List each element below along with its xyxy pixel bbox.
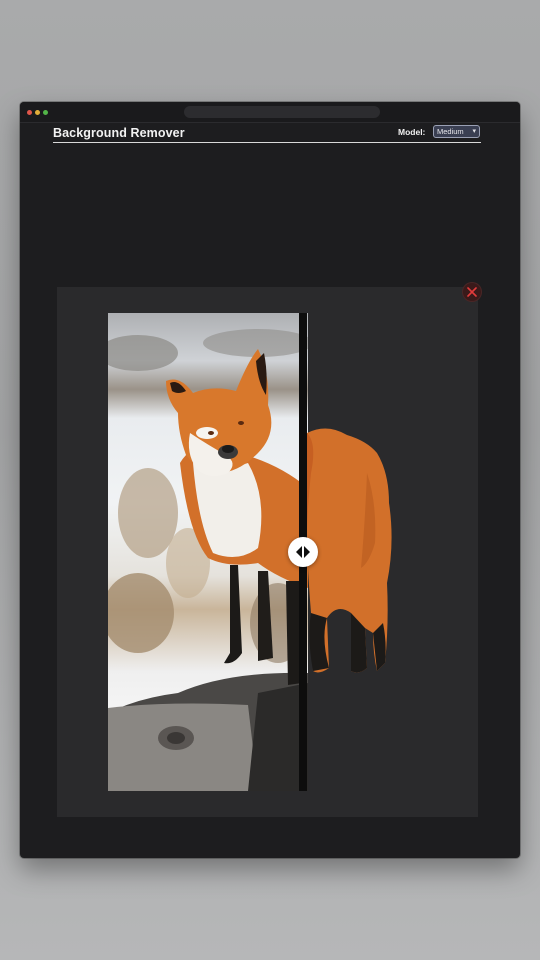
window-close-dot[interactable] (27, 110, 32, 115)
original-image (108, 313, 308, 791)
app-header: Background Remover Model: Medium ▾ (53, 124, 481, 143)
model-select[interactable]: Medium ▾ (433, 125, 480, 138)
close-icon (467, 287, 477, 297)
window-titlebar (20, 102, 520, 123)
window-minimize-dot[interactable] (35, 110, 40, 115)
left-right-arrows-icon (296, 546, 310, 558)
before-after-comparison[interactable] (108, 313, 308, 791)
original-photo-scene (108, 329, 308, 791)
background-removed-image (307, 428, 392, 673)
app-title: Background Remover (53, 126, 185, 140)
chevron-down-icon: ▾ (472, 128, 476, 135)
close-image-button[interactable] (463, 283, 481, 301)
model-label: Model: (398, 127, 426, 137)
comparison-slider-handle[interactable] (288, 537, 318, 567)
app-window: Background Remover Model: Medium ▾ (20, 102, 520, 858)
model-select-value: Medium (437, 127, 464, 136)
address-bar[interactable] (184, 106, 380, 118)
window-maximize-dot[interactable] (43, 110, 48, 115)
